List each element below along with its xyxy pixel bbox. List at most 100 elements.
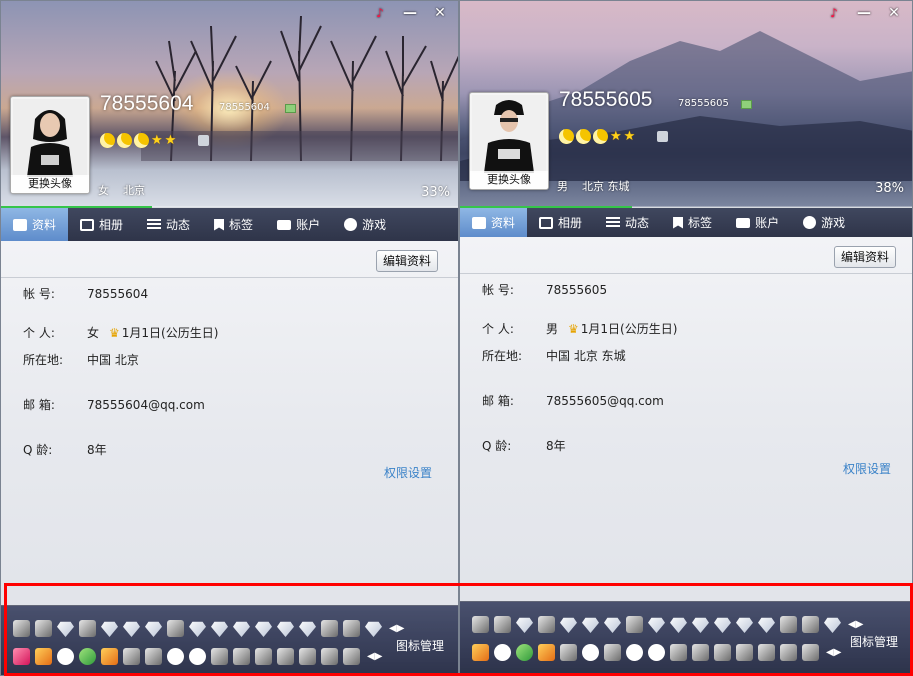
- tab-games[interactable]: 游戏: [332, 208, 398, 241]
- diamond-icon[interactable]: [277, 621, 294, 637]
- book-icon[interactable]: [780, 616, 797, 633]
- tools-icon[interactable]: [343, 648, 360, 665]
- user-icon[interactable]: [692, 644, 709, 661]
- shield-icon[interactable]: [211, 648, 228, 665]
- leaf-icon[interactable]: [343, 620, 360, 637]
- cube-icon[interactable]: [714, 644, 731, 661]
- diamond-icon[interactable]: [211, 621, 228, 637]
- diamond-icon[interactable]: [255, 621, 272, 637]
- tab-album[interactable]: 相册: [68, 208, 135, 241]
- diamond-icon[interactable]: [145, 621, 162, 637]
- diamond-icon[interactable]: [692, 617, 709, 633]
- camera-icon[interactable]: [626, 644, 643, 661]
- permissions-link[interactable]: 权限设置: [843, 460, 891, 477]
- icon-manage-button[interactable]: 图标管理: [850, 633, 898, 650]
- book-icon[interactable]: [321, 620, 338, 637]
- photo-share-icon[interactable]: [123, 648, 140, 665]
- minimize-button[interactable]: —: [396, 3, 424, 23]
- icon-manage-button[interactable]: 图标管理: [396, 637, 444, 654]
- tab-profile[interactable]: 资料: [1, 208, 69, 241]
- cup-icon[interactable]: [299, 648, 316, 665]
- diamond-icon[interactable]: [560, 617, 577, 633]
- tab-games[interactable]: 游戏: [791, 208, 857, 237]
- scroll-arrows-icon[interactable]: ◀▶: [826, 647, 841, 658]
- plant-icon[interactable]: [780, 644, 797, 661]
- scroll-arrows-icon[interactable]: ◀▶: [389, 623, 404, 634]
- star-icon[interactable]: [145, 648, 162, 665]
- box-icon[interactable]: [736, 644, 753, 661]
- close-button[interactable]: ✕: [880, 3, 908, 23]
- vip-icon[interactable]: [198, 135, 210, 146]
- scroll-arrows-icon[interactable]: ◀▶: [848, 619, 863, 630]
- cup-icon[interactable]: [758, 644, 775, 661]
- bag-icon[interactable]: [35, 648, 52, 665]
- close-button[interactable]: ✕: [426, 3, 454, 23]
- shield-icon[interactable]: [670, 644, 687, 661]
- box-icon[interactable]: [277, 648, 294, 665]
- computer-icon[interactable]: [79, 620, 96, 637]
- camera-icon[interactable]: [167, 648, 184, 665]
- leaf-icon[interactable]: [802, 616, 819, 633]
- skin-icon[interactable]: ♪: [366, 3, 394, 23]
- cube-icon[interactable]: [255, 648, 272, 665]
- diamond-icon[interactable]: [670, 617, 687, 633]
- scroll-arrows-icon[interactable]: ◀▶: [367, 651, 382, 662]
- diamond-icon[interactable]: [123, 621, 140, 637]
- tab-account[interactable]: 账户: [724, 208, 791, 237]
- heart-icon[interactable]: [472, 616, 489, 633]
- p-icon[interactable]: [582, 644, 599, 661]
- tab-account[interactable]: 账户: [265, 208, 332, 241]
- music-icon[interactable]: [494, 644, 511, 661]
- edit-profile-button[interactable]: 编辑资料: [375, 250, 438, 272]
- skin-icon[interactable]: ♪: [820, 3, 848, 23]
- diamond-icon[interactable]: [824, 617, 841, 633]
- trophy-icon[interactable]: [626, 616, 643, 633]
- farm-icon[interactable]: [538, 644, 555, 661]
- pet-icon[interactable]: [79, 648, 96, 665]
- gem-icon[interactable]: [57, 621, 74, 637]
- edit-profile-button[interactable]: 编辑资料: [833, 246, 896, 268]
- diamond-icon[interactable]: [365, 621, 382, 637]
- level-badges[interactable]: ★ ★: [559, 129, 669, 144]
- vip-icon[interactable]: [657, 131, 669, 142]
- tab-profile[interactable]: 资料: [460, 208, 528, 237]
- diamond-icon[interactable]: [736, 617, 753, 633]
- heart-icon[interactable]: [13, 620, 30, 637]
- change-avatar-label[interactable]: 更换头像: [11, 175, 89, 193]
- diamond-icon[interactable]: [299, 621, 316, 637]
- diamond-icon[interactable]: [758, 617, 775, 633]
- tab-feed[interactable]: 动态: [135, 208, 202, 241]
- mail-icon[interactable]: [285, 104, 296, 113]
- music-icon[interactable]: [57, 648, 74, 665]
- chat-icon[interactable]: [189, 648, 206, 665]
- pet-icon[interactable]: [516, 644, 533, 661]
- tab-feed[interactable]: 动态: [594, 208, 661, 237]
- app-icon[interactable]: [604, 644, 621, 661]
- diamond-icon[interactable]: [714, 617, 731, 633]
- diamond-icon[interactable]: [582, 617, 599, 633]
- bag-icon[interactable]: [472, 644, 489, 661]
- star-icon[interactable]: [560, 644, 577, 661]
- diamond-icon[interactable]: [101, 621, 118, 637]
- tab-album[interactable]: 相册: [527, 208, 594, 237]
- computer-icon[interactable]: [538, 616, 555, 633]
- avatar[interactable]: 更换头像: [469, 92, 549, 190]
- diamond-icon[interactable]: [648, 617, 665, 633]
- cup-icon[interactable]: [35, 620, 52, 637]
- change-avatar-label[interactable]: 更换头像: [470, 171, 548, 189]
- cup-icon[interactable]: [494, 616, 511, 633]
- chat-icon[interactable]: [648, 644, 665, 661]
- user-icon[interactable]: [233, 648, 250, 665]
- tools-icon[interactable]: [802, 644, 819, 661]
- diamond-icon[interactable]: [604, 617, 621, 633]
- tab-tags[interactable]: 标签: [661, 208, 724, 237]
- level-badges[interactable]: ★ ★: [100, 133, 210, 148]
- plant-icon[interactable]: [321, 648, 338, 665]
- permissions-link[interactable]: 权限设置: [384, 464, 432, 481]
- app-icon[interactable]: [13, 648, 30, 665]
- trophy-icon[interactable]: [167, 620, 184, 637]
- farm-icon[interactable]: [101, 648, 118, 665]
- tab-tags[interactable]: 标签: [202, 208, 265, 241]
- gem-icon[interactable]: [516, 617, 533, 633]
- mail-icon[interactable]: [741, 100, 752, 109]
